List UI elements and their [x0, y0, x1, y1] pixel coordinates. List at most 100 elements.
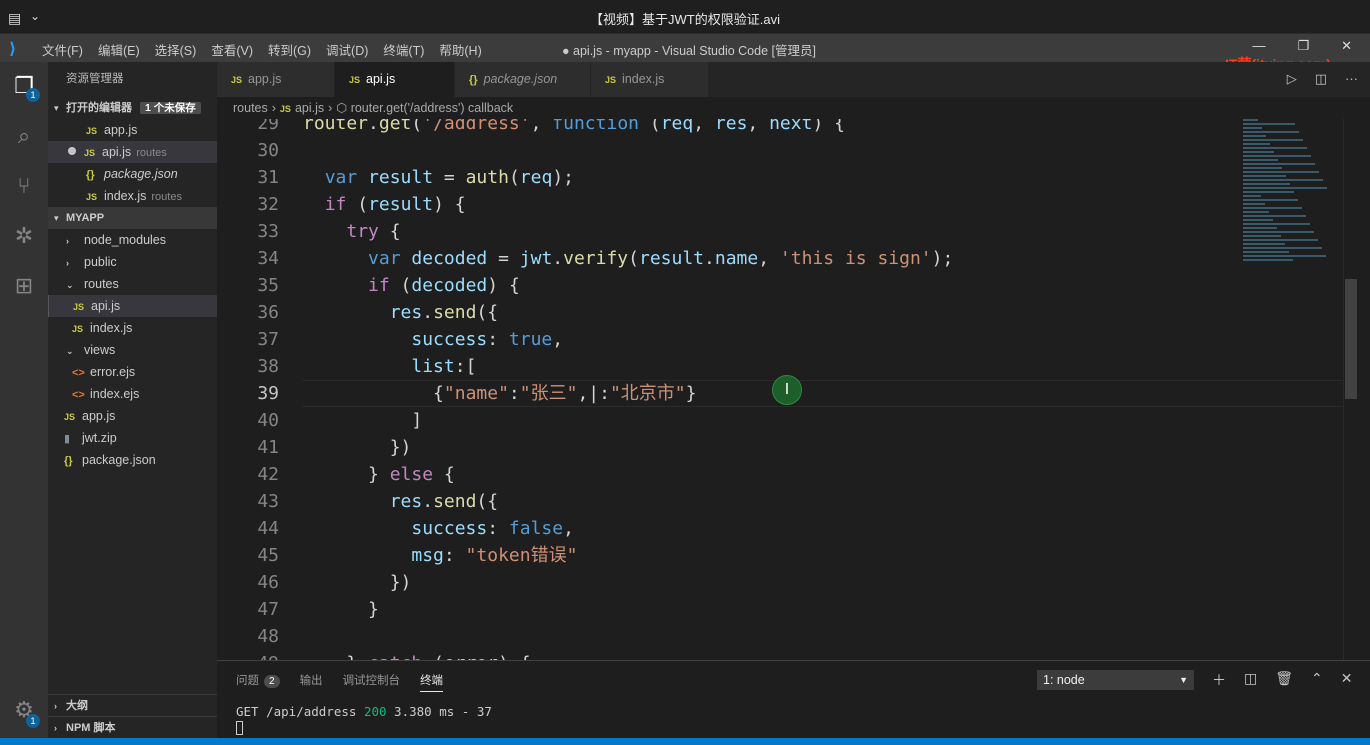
- code-line[interactable]: res.send({: [303, 299, 1353, 326]
- js-file-icon: JS: [72, 324, 84, 334]
- terminal-select[interactable]: 1: node ▼: [1037, 670, 1194, 690]
- code-line[interactable]: if (result) {: [303, 191, 1353, 218]
- tree-folder[interactable]: ⌄ views: [48, 339, 217, 361]
- scrollbar-thumb[interactable]: [1345, 279, 1357, 399]
- tree-file-selected[interactable]: JS api.js: [48, 295, 217, 317]
- tree-file[interactable]: JS index.js: [48, 317, 217, 339]
- terminal-cursor: [236, 721, 243, 735]
- debug-icon[interactable]: ✲: [10, 222, 38, 250]
- window-title: ● api.js - myapp - Visual Studio Code [管…: [562, 44, 816, 58]
- code-line[interactable]: if (decoded) {: [303, 272, 1353, 299]
- minimap-line: [1243, 255, 1326, 257]
- tree-file[interactable]: {} package.json: [48, 449, 217, 471]
- editor-scrollbar[interactable]: [1343, 119, 1357, 660]
- breadcrumb-folder[interactable]: routes: [233, 101, 268, 115]
- code-line[interactable]: [303, 623, 1353, 650]
- tree-file[interactable]: JS app.js: [48, 405, 217, 427]
- minimap[interactable]: [1243, 119, 1333, 269]
- tab-api-js[interactable]: JS api.js: [335, 62, 455, 119]
- minimap-line: [1243, 203, 1265, 205]
- split-editor-icon[interactable]: ◫: [1315, 71, 1327, 87]
- code-line[interactable]: ]: [303, 407, 1353, 434]
- code-line[interactable]: msg: "token错误": [303, 542, 1353, 569]
- trash-icon[interactable]: 🗑: [1275, 670, 1293, 690]
- code-line[interactable]: list:[: [303, 353, 1353, 380]
- outline-header[interactable]: › 大纲: [48, 694, 217, 716]
- minimap-line: [1243, 163, 1315, 165]
- new-terminal-icon[interactable]: ＋: [1212, 670, 1226, 690]
- minimize-icon[interactable]: —: [1252, 38, 1265, 54]
- code-line[interactable]: try {: [303, 218, 1353, 245]
- code-line[interactable]: }: [303, 596, 1353, 623]
- maximize-panel-icon[interactable]: ⌃: [1311, 670, 1323, 690]
- close-panel-icon[interactable]: ✕: [1341, 670, 1353, 690]
- tab-output[interactable]: 输出: [300, 672, 323, 692]
- menu-help[interactable]: 帮助(H): [439, 40, 481, 59]
- run-icon[interactable]: ▷: [1287, 71, 1297, 87]
- tree-file[interactable]: <> error.ejs: [48, 361, 217, 383]
- npm-scripts-header[interactable]: › NPM 脚本: [48, 716, 217, 738]
- menu-edit[interactable]: 编辑(E): [98, 40, 140, 59]
- tree-folder[interactable]: › node_modules: [48, 229, 217, 251]
- tab-terminal[interactable]: 终端: [420, 672, 444, 692]
- json-file-icon: {}: [469, 74, 478, 86]
- code-line[interactable]: res.send({: [303, 488, 1353, 515]
- split-terminal-icon[interactable]: ◫: [1244, 670, 1257, 690]
- menu-selection[interactable]: 选择(S): [155, 40, 197, 59]
- more-actions-icon[interactable]: ···: [1345, 71, 1358, 87]
- chevron-down-icon: ⌄: [66, 346, 74, 356]
- code-line[interactable]: success: true,: [303, 326, 1353, 353]
- tree-folder[interactable]: ⌄ routes: [48, 273, 217, 295]
- open-editor-item[interactable]: JS api.js routes: [48, 141, 217, 163]
- editor-actions: ▷ ◫ ···: [1287, 71, 1358, 87]
- open-editor-item[interactable]: JS index.js routes: [48, 185, 217, 207]
- project-header[interactable]: ▾ MYAPP: [48, 207, 217, 229]
- tab-index-js[interactable]: JS index.js: [591, 62, 709, 97]
- tab-problems[interactable]: 问题 2: [236, 672, 280, 692]
- code-area[interactable]: router.get('/address', function (req, re…: [303, 119, 1353, 660]
- tree-file[interactable]: ▮ jwt.zip: [48, 427, 217, 449]
- minimap-line: [1243, 155, 1311, 157]
- terminal-output[interactable]: GET /api/address 200 3.380 ms - 37: [236, 703, 492, 737]
- code-line[interactable]: } else {: [303, 461, 1353, 488]
- unsaved-dot-icon[interactable]: [68, 147, 76, 155]
- chevron-right-icon: ›: [66, 258, 69, 268]
- code-line[interactable]: var decoded = jwt.verify(result.name, 't…: [303, 245, 1353, 272]
- chevron-down-icon: ▾: [54, 213, 59, 223]
- open-editor-item[interactable]: {} package.json: [48, 163, 217, 185]
- js-file-icon: JS: [86, 126, 98, 136]
- menu-go[interactable]: 转到(G): [268, 40, 311, 59]
- open-editor-item[interactable]: JS app.js: [48, 119, 217, 141]
- tab-app-js[interactable]: JS app.js: [217, 62, 335, 97]
- menu-view[interactable]: 查看(V): [211, 40, 253, 59]
- editor-tabs: JS app.js JS api.js {} package.json JS index…: [217, 62, 1370, 119]
- tab-package-json[interactable]: {} package.json: [455, 62, 591, 97]
- code-line[interactable]: }): [303, 569, 1353, 596]
- tree-folder[interactable]: › public: [48, 251, 217, 273]
- breadcrumb-file[interactable]: api.js: [295, 101, 324, 115]
- tree-file[interactable]: <> index.ejs: [48, 383, 217, 405]
- code-line[interactable]: [303, 137, 1353, 164]
- breadcrumb-symbol[interactable]: router.get('/address') callback: [351, 101, 514, 115]
- code-line[interactable]: success: false,: [303, 515, 1353, 542]
- code-line[interactable]: {"name":"张三",|:"北京市"}: [303, 380, 1353, 407]
- search-icon[interactable]: ⌕: [10, 122, 38, 150]
- js-file-icon: JS: [73, 302, 85, 312]
- minimap-line: [1243, 159, 1278, 161]
- menu-file[interactable]: 文件(F): [42, 40, 83, 59]
- tab-debug-console[interactable]: 调试控制台: [343, 672, 401, 692]
- source-control-icon[interactable]: ⑂: [10, 172, 38, 200]
- code-editor[interactable]: 29 30 31 32 33 34 35 36 37 38 39 40 41 42 43 44 45 46 47 48…: [217, 119, 1357, 660]
- menu-terminal[interactable]: 终端(T): [383, 40, 424, 59]
- code-line[interactable]: var result = auth(req);: [303, 164, 1353, 191]
- restore-icon[interactable]: ❐: [1297, 38, 1309, 54]
- open-editors-header[interactable]: ▾ 打开的编辑器 1 个未保存: [48, 97, 217, 119]
- code-line[interactable]: router.get('/address', function (req, re…: [303, 119, 1353, 137]
- code-line[interactable]: } catch (error) {: [303, 650, 1353, 660]
- extensions-icon[interactable]: ⊞: [10, 272, 38, 300]
- ejs-file-icon: <>: [72, 389, 85, 401]
- close-icon[interactable]: ✕: [1341, 38, 1352, 54]
- menu-debug[interactable]: 调试(D): [326, 40, 368, 59]
- code-line[interactable]: }): [303, 434, 1353, 461]
- line-number: 47: [257, 599, 279, 620]
